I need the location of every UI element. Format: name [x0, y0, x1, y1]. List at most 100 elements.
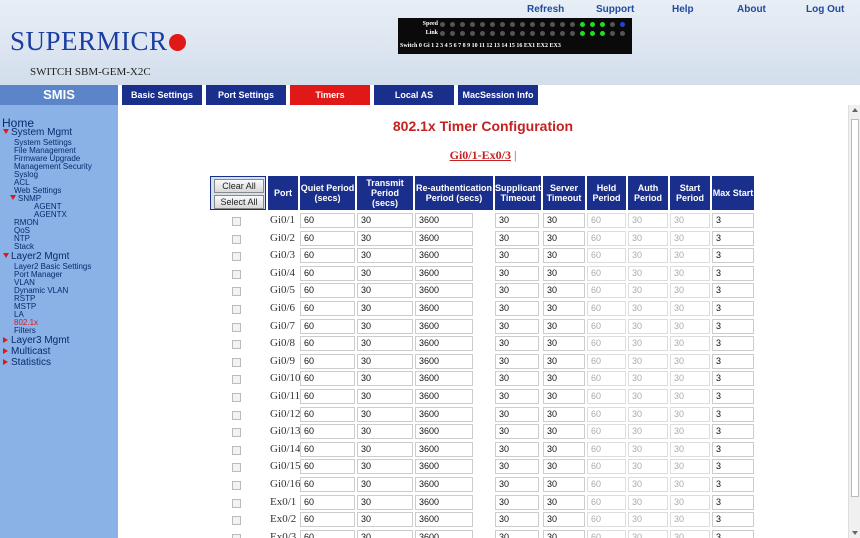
max-input[interactable]: 3 — [712, 371, 754, 387]
supp-input[interactable]: 30 — [495, 424, 539, 440]
start-input[interactable]: 30 — [670, 248, 710, 264]
transmit-input[interactable]: 30 — [357, 529, 413, 538]
quiet-input[interactable]: 60 — [300, 494, 355, 510]
quiet-input[interactable]: 60 — [300, 512, 355, 528]
transmit-input[interactable]: 30 — [357, 477, 413, 492]
quiet-input[interactable]: 60 — [300, 389, 355, 404]
server-input[interactable]: 30 — [543, 336, 585, 352]
reauth-input[interactable]: 3600 — [415, 389, 473, 404]
supp-input[interactable]: 30 — [495, 318, 539, 334]
held-input[interactable]: 60 — [587, 406, 626, 422]
row-checkbox[interactable] — [232, 252, 241, 262]
start-input[interactable]: 30 — [670, 230, 710, 246]
support-link[interactable]: Support — [596, 4, 634, 15]
start-input[interactable]: 30 — [670, 529, 710, 538]
row-checkbox[interactable] — [232, 498, 241, 508]
auth-input[interactable]: 30 — [628, 406, 668, 422]
auth-input[interactable]: 30 — [628, 336, 668, 352]
refresh-link[interactable]: Refresh — [527, 4, 564, 15]
max-input[interactable]: 3 — [712, 230, 754, 246]
quiet-input[interactable]: 60 — [300, 424, 355, 440]
server-input[interactable]: 30 — [543, 371, 585, 387]
tab-port-settings[interactable]: Port Settings — [206, 85, 286, 105]
tab-macsession-info[interactable]: MacSession Info — [458, 85, 538, 105]
held-input[interactable]: 60 — [587, 336, 626, 352]
max-input[interactable]: 3 — [712, 512, 754, 528]
server-input[interactable]: 30 — [543, 529, 585, 538]
held-input[interactable]: 60 — [587, 353, 626, 369]
max-input[interactable]: 3 — [712, 301, 754, 316]
help-link[interactable]: Help — [672, 4, 694, 15]
supp-input[interactable]: 30 — [495, 406, 539, 422]
start-input[interactable]: 30 — [670, 318, 710, 334]
supp-input[interactable]: 30 — [495, 336, 539, 352]
row-checkbox[interactable] — [232, 305, 241, 314]
server-input[interactable]: 30 — [543, 318, 585, 334]
start-input[interactable]: 30 — [670, 371, 710, 387]
reauth-input[interactable]: 3600 — [415, 459, 473, 475]
scroll-up-icon[interactable] — [852, 108, 858, 112]
start-input[interactable]: 30 — [670, 459, 710, 475]
held-input[interactable]: 60 — [587, 494, 626, 510]
auth-input[interactable]: 30 — [628, 283, 668, 299]
reauth-input[interactable]: 3600 — [415, 336, 473, 352]
server-input[interactable]: 30 — [543, 512, 585, 528]
row-checkbox[interactable] — [232, 340, 241, 350]
reauth-input[interactable]: 3600 — [415, 512, 473, 528]
server-input[interactable]: 30 — [543, 389, 585, 404]
transmit-input[interactable]: 30 — [357, 301, 413, 316]
max-input[interactable]: 3 — [712, 424, 754, 440]
quiet-input[interactable]: 60 — [300, 353, 355, 369]
quiet-input[interactable]: 60 — [300, 441, 355, 457]
held-input[interactable]: 60 — [587, 389, 626, 404]
held-input[interactable]: 60 — [587, 283, 626, 299]
max-input[interactable]: 3 — [712, 389, 754, 404]
start-input[interactable]: 30 — [670, 353, 710, 369]
start-input[interactable]: 30 — [670, 301, 710, 316]
quiet-input[interactable]: 60 — [300, 318, 355, 334]
transmit-input[interactable]: 30 — [357, 459, 413, 475]
held-input[interactable]: 60 — [587, 459, 626, 475]
max-input[interactable]: 3 — [712, 283, 754, 299]
supp-input[interactable]: 30 — [495, 301, 539, 316]
start-input[interactable]: 30 — [670, 336, 710, 352]
reauth-input[interactable]: 3600 — [415, 406, 473, 422]
start-input[interactable]: 30 — [670, 389, 710, 404]
transmit-input[interactable]: 30 — [357, 230, 413, 246]
quiet-input[interactable]: 60 — [300, 477, 355, 492]
max-input[interactable]: 3 — [712, 318, 754, 334]
quiet-input[interactable]: 60 — [300, 213, 355, 228]
supp-input[interactable]: 30 — [495, 389, 539, 404]
max-input[interactable]: 3 — [712, 529, 754, 538]
reauth-input[interactable]: 3600 — [415, 494, 473, 510]
sidebar-item-agentx[interactable]: AGENTX — [34, 211, 67, 219]
sidebar-system-mgmt[interactable]: System Mgmt — [3, 128, 72, 138]
reauth-input[interactable]: 3600 — [415, 353, 473, 369]
clear-all-button[interactable]: Clear All — [214, 179, 264, 193]
reauth-input[interactable]: 3600 — [415, 318, 473, 334]
max-input[interactable]: 3 — [712, 494, 754, 510]
auth-input[interactable]: 30 — [628, 459, 668, 475]
start-input[interactable]: 30 — [670, 406, 710, 422]
sidebar-item-stack[interactable]: Stack — [14, 243, 34, 251]
about-link[interactable]: About — [737, 4, 766, 15]
supp-input[interactable]: 30 — [495, 353, 539, 369]
held-input[interactable]: 60 — [587, 529, 626, 538]
auth-input[interactable]: 30 — [628, 389, 668, 404]
sidebar-item-filters[interactable]: Filters — [14, 327, 36, 335]
held-input[interactable]: 60 — [587, 424, 626, 440]
reauth-input[interactable]: 3600 — [415, 441, 473, 457]
quiet-input[interactable]: 60 — [300, 230, 355, 246]
row-checkbox[interactable] — [232, 234, 241, 244]
sidebar-layer3-mgmt[interactable]: Layer3 Mgmt — [3, 336, 69, 346]
supp-input[interactable]: 30 — [495, 230, 539, 246]
server-input[interactable]: 30 — [543, 301, 585, 316]
server-input[interactable]: 30 — [543, 494, 585, 510]
reauth-input[interactable]: 3600 — [415, 371, 473, 387]
scrollbar[interactable] — [848, 105, 860, 538]
transmit-input[interactable]: 30 — [357, 424, 413, 440]
server-input[interactable]: 30 — [543, 248, 585, 264]
server-input[interactable]: 30 — [543, 265, 585, 281]
server-input[interactable]: 30 — [543, 424, 585, 440]
held-input[interactable]: 60 — [587, 441, 626, 457]
